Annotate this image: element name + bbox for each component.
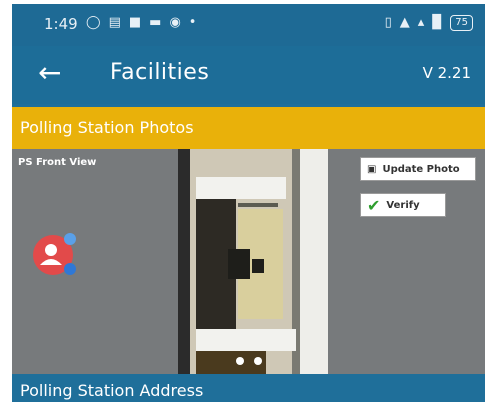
message-icon: ▤ bbox=[108, 15, 121, 30]
photo-area: PS Front View ▣ Update Photo ✔ Verify bbox=[12, 149, 485, 374]
signal-icon: ▉ bbox=[432, 15, 443, 30]
sms-icon: ■ bbox=[128, 15, 142, 30]
app-icon: ◉ bbox=[169, 15, 181, 30]
wifi-icon: ▴ bbox=[417, 15, 425, 30]
status-system-icons: ▯ ▲ ▴ ▉ 75 bbox=[385, 14, 473, 32]
battery-icon: 75 bbox=[450, 15, 473, 31]
dot-icon: • bbox=[188, 15, 197, 30]
version-label: V 2.21 bbox=[422, 64, 471, 82]
front-view-photo[interactable] bbox=[178, 149, 328, 374]
page-title: Facilities bbox=[110, 60, 210, 85]
update-photo-button[interactable]: ▣ Update Photo bbox=[360, 157, 476, 181]
update-photo-label: Update Photo bbox=[382, 163, 460, 175]
mail-icon: ▬ bbox=[149, 15, 162, 30]
photo-caption: PS Front View bbox=[18, 157, 97, 168]
status-time: 1:49 bbox=[44, 15, 78, 33]
verify-button[interactable]: ✔ Verify bbox=[360, 193, 446, 217]
user-group-icon bbox=[33, 233, 76, 275]
address-section-header: Polling Station Address bbox=[12, 374, 485, 402]
app-screen: 1:49 ◯ ▤ ■ ▬ ◉ • ▯ ▲ ▴ ▉ 75 ← Facilities… bbox=[12, 4, 485, 402]
status-notification-icons: ◯ ▤ ■ ▬ ◉ • bbox=[86, 14, 196, 32]
address-section-title: Polling Station Address bbox=[20, 381, 204, 400]
photo-icon: ▣ bbox=[367, 163, 377, 175]
status-bar: 1:49 ◯ ▤ ■ ▬ ◉ • ▯ ▲ ▴ ▉ 75 bbox=[12, 4, 485, 46]
checkmark-icon: ✔ bbox=[367, 195, 381, 215]
whatsapp-icon: ◯ bbox=[86, 15, 101, 30]
arrow-left-icon[interactable]: ← bbox=[38, 58, 61, 88]
photos-section-title: Polling Station Photos bbox=[20, 118, 194, 137]
vibrate-icon: ▯ bbox=[384, 15, 392, 30]
verify-label: Verify bbox=[386, 199, 420, 211]
app-bar: ← Facilities V 2.21 bbox=[12, 46, 485, 104]
network-icon: ▲ bbox=[399, 15, 410, 30]
photos-section-header: Polling Station Photos bbox=[12, 107, 485, 149]
